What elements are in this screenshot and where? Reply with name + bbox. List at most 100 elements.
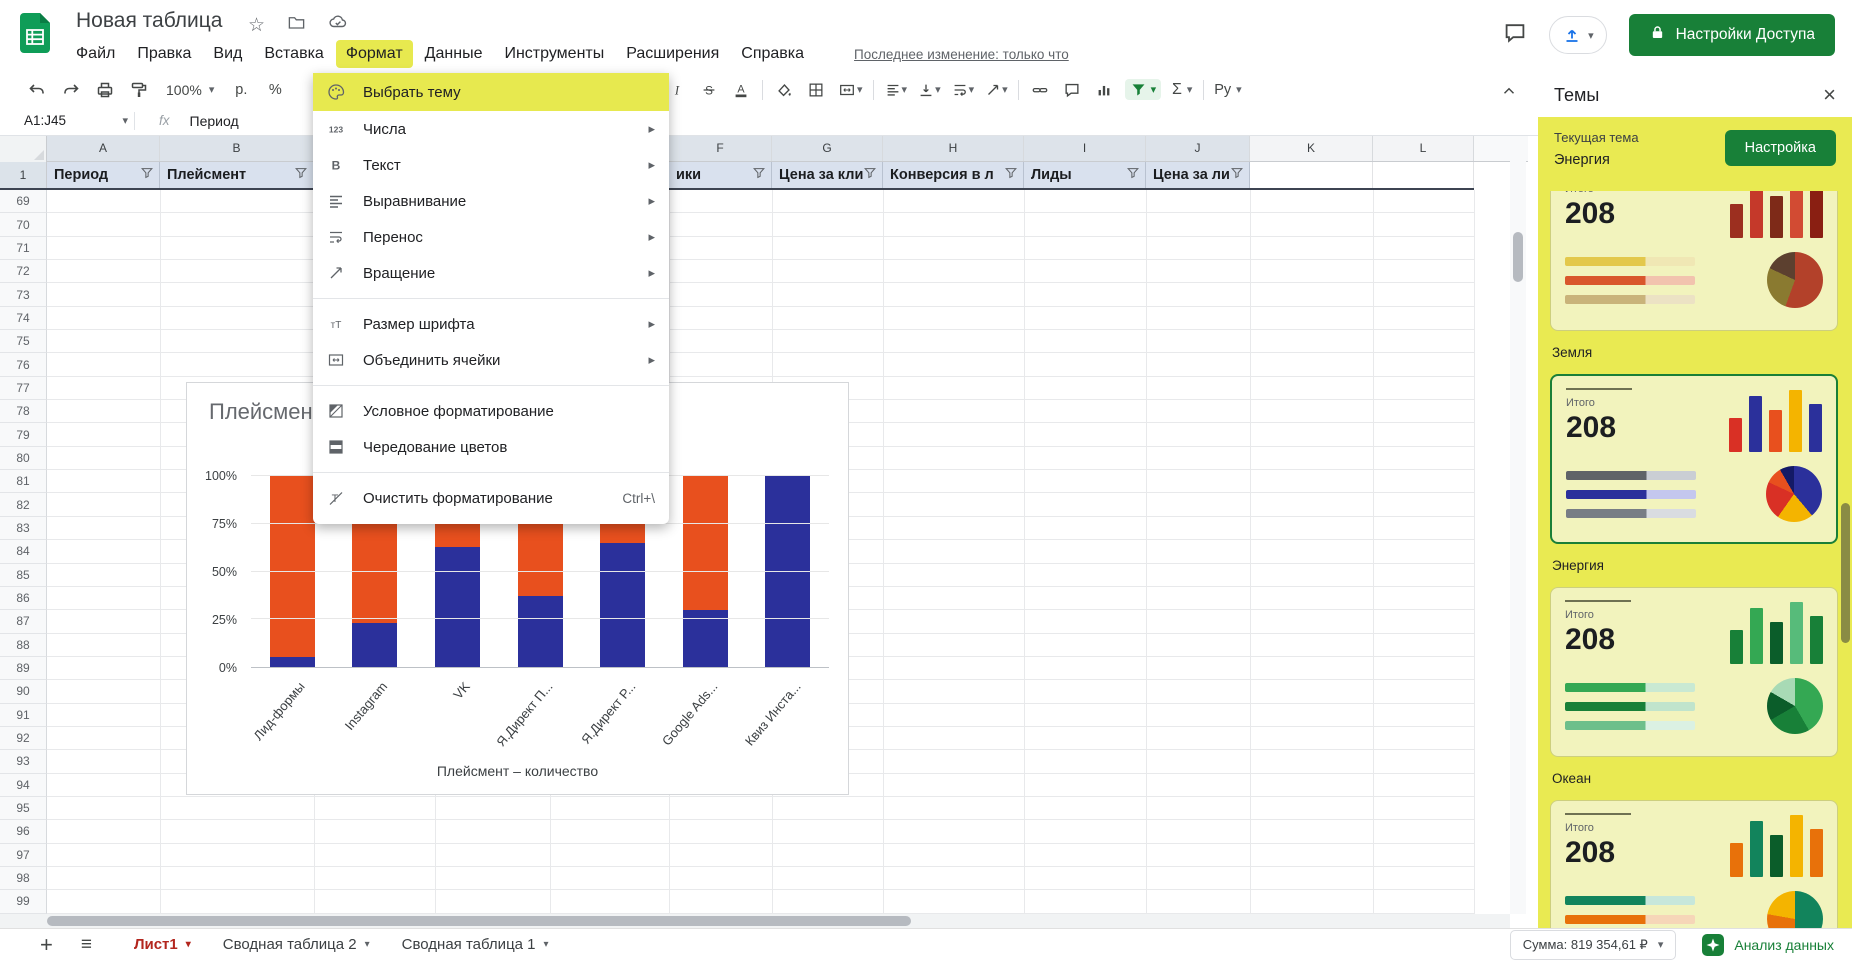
row-header-88[interactable]: 88	[0, 634, 47, 657]
row-header-98[interactable]: 98	[0, 867, 47, 890]
explore-button[interactable]: Анализ данных	[1702, 934, 1834, 956]
row-header-74[interactable]: 74	[0, 307, 47, 330]
horizontal-scrollbar[interactable]	[0, 914, 1510, 928]
zoom-select[interactable]: 100%▾	[162, 82, 218, 98]
row-cells[interactable]	[47, 867, 1474, 890]
header-cell-A[interactable]: Период	[47, 162, 160, 188]
column-header-J[interactable]: J	[1146, 136, 1250, 161]
select-all-corner[interactable]	[0, 136, 47, 162]
paint-format-icon[interactable]	[128, 77, 150, 103]
add-sheet-icon[interactable]: +	[40, 932, 53, 958]
filter-icon[interactable]	[1004, 166, 1018, 184]
insert-chart-icon[interactable]	[1093, 77, 1115, 103]
row-cells[interactable]	[47, 237, 1474, 260]
name-box[interactable]: A1:J45▾	[0, 113, 128, 128]
filter-icon[interactable]	[140, 166, 154, 184]
spreadsheet-grid[interactable]: ABCDEFGHIJKL 1ПериодПлейсментикиЦена за …	[0, 136, 1528, 928]
row-header-87[interactable]: 87	[0, 610, 47, 633]
collapse-toolbar-icon[interactable]	[1498, 78, 1520, 104]
header-cell-H[interactable]: Конверсия в л	[883, 162, 1024, 188]
share-button[interactable]: Настройки Доступа	[1629, 14, 1835, 56]
header-cell-F[interactable]: ики	[669, 162, 772, 188]
row-cells[interactable]	[47, 330, 1474, 353]
filter-icon[interactable]	[752, 166, 766, 184]
row-cells[interactable]	[47, 797, 1474, 820]
row-header-99[interactable]: 99	[0, 890, 47, 913]
filter-icon[interactable]	[1126, 166, 1140, 184]
row-header-71[interactable]: 71	[0, 237, 47, 260]
filter-icon[interactable]	[294, 166, 308, 184]
header-cell-B[interactable]: Плейсмент	[160, 162, 314, 188]
filter-button[interactable]: ▾	[1125, 79, 1162, 100]
formula-input[interactable]: Период	[190, 113, 239, 129]
column-header-I[interactable]: I	[1024, 136, 1146, 161]
row-header-69[interactable]: 69	[0, 190, 47, 213]
sidebar-scrollbar-thumb[interactable]	[1841, 503, 1850, 643]
all-sheets-icon[interactable]: ≡	[81, 934, 92, 956]
format-menu-item-Числа[interactable]: 123Числа▸	[313, 111, 669, 147]
move-folder-icon[interactable]	[287, 13, 306, 38]
row-header-84[interactable]: 84	[0, 540, 47, 563]
sheet-tab-Сводная таблица 2[interactable]: Сводная таблица 2▾	[207, 929, 386, 960]
theme-card[interactable]: Итого208	[1550, 800, 1838, 928]
menu-Справка[interactable]: Справка	[731, 40, 814, 68]
sheets-logo-icon[interactable]	[20, 13, 50, 53]
row-header-83[interactable]: 83	[0, 517, 47, 540]
row-header-97[interactable]: 97	[0, 844, 47, 867]
row-header-70[interactable]: 70	[0, 213, 47, 236]
row-cells[interactable]	[47, 260, 1474, 283]
fill-color-icon[interactable]	[773, 77, 795, 103]
row-header-90[interactable]: 90	[0, 680, 47, 703]
row-header-75[interactable]: 75	[0, 330, 47, 353]
strikethrough-icon[interactable]: S	[698, 77, 720, 103]
row-header-92[interactable]: 92	[0, 727, 47, 750]
merge-cells-icon[interactable]: ▾	[837, 77, 863, 103]
header-cell-G[interactable]: Цена за кли	[772, 162, 883, 188]
column-header-A[interactable]: A	[47, 136, 160, 161]
undo-icon[interactable]	[26, 77, 48, 103]
format-menu-item-Условное форматирование[interactable]: Условное форматирование	[313, 393, 669, 429]
row-cells[interactable]	[47, 190, 1474, 213]
menu-Данные[interactable]: Данные	[415, 40, 493, 68]
row-cells[interactable]	[47, 307, 1474, 330]
row-header-93[interactable]: 93	[0, 750, 47, 773]
column-header-B[interactable]: B	[160, 136, 314, 161]
comment-history-icon[interactable]	[1503, 21, 1527, 50]
format-menu-item-Текст[interactable]: BТекст▸	[313, 147, 669, 183]
row-header-95[interactable]: 95	[0, 797, 47, 820]
column-header-L[interactable]: L	[1373, 136, 1474, 161]
row-header-89[interactable]: 89	[0, 657, 47, 680]
menu-Файл[interactable]: Файл	[66, 40, 125, 68]
italic-icon[interactable]: I	[666, 77, 688, 103]
column-header-K[interactable]: K	[1250, 136, 1373, 161]
column-header-G[interactable]: G	[772, 136, 883, 161]
column-header-F[interactable]: F	[669, 136, 772, 161]
format-menu-item-Чередование цветов[interactable]: Чередование цветов	[313, 429, 669, 465]
customize-theme-button[interactable]: Настройка	[1725, 130, 1836, 166]
text-color-icon[interactable]: A	[730, 77, 752, 103]
sheet-tab-Лист1[interactable]: Лист1▾	[118, 929, 207, 960]
row-header-73[interactable]: 73	[0, 283, 47, 306]
header-cell-J[interactable]: Цена за ли	[1146, 162, 1250, 188]
text-wrap-icon[interactable]: ▾	[951, 77, 975, 103]
format-menu-item-Перенос[interactable]: Перенос▸	[313, 219, 669, 255]
insert-comment-icon[interactable]	[1061, 77, 1083, 103]
last-edit-link[interactable]: Последнее изменение: только что	[854, 47, 1069, 62]
row-header-81[interactable]: 81	[0, 470, 47, 493]
row-header-82[interactable]: 82	[0, 493, 47, 516]
borders-icon[interactable]	[805, 77, 827, 103]
row-header-85[interactable]: 85	[0, 564, 47, 587]
presentation-button[interactable]: ▾	[1549, 16, 1607, 54]
header-cell-I[interactable]: Лиды	[1024, 162, 1146, 188]
vertical-scrollbar[interactable]	[1510, 136, 1526, 914]
row-header-76[interactable]: 76	[0, 353, 47, 376]
menu-Формат[interactable]: Формат	[336, 40, 413, 68]
menu-Вид[interactable]: Вид	[203, 40, 252, 68]
format-menu-item-Выравнивание[interactable]: Выравнивание▸	[313, 183, 669, 219]
theme-card-Океан[interactable]: Итого208	[1550, 587, 1838, 757]
row-cells[interactable]	[47, 353, 1474, 376]
format-menu-item-Очистить форматирование[interactable]: TОчистить форматированиеCtrl+\	[313, 480, 669, 516]
sum-badge[interactable]: Сумма: 819 354,61 ₽▾	[1510, 930, 1677, 960]
menu-Расширения[interactable]: Расширения	[616, 40, 729, 68]
row-header-1[interactable]: 1	[0, 162, 47, 188]
